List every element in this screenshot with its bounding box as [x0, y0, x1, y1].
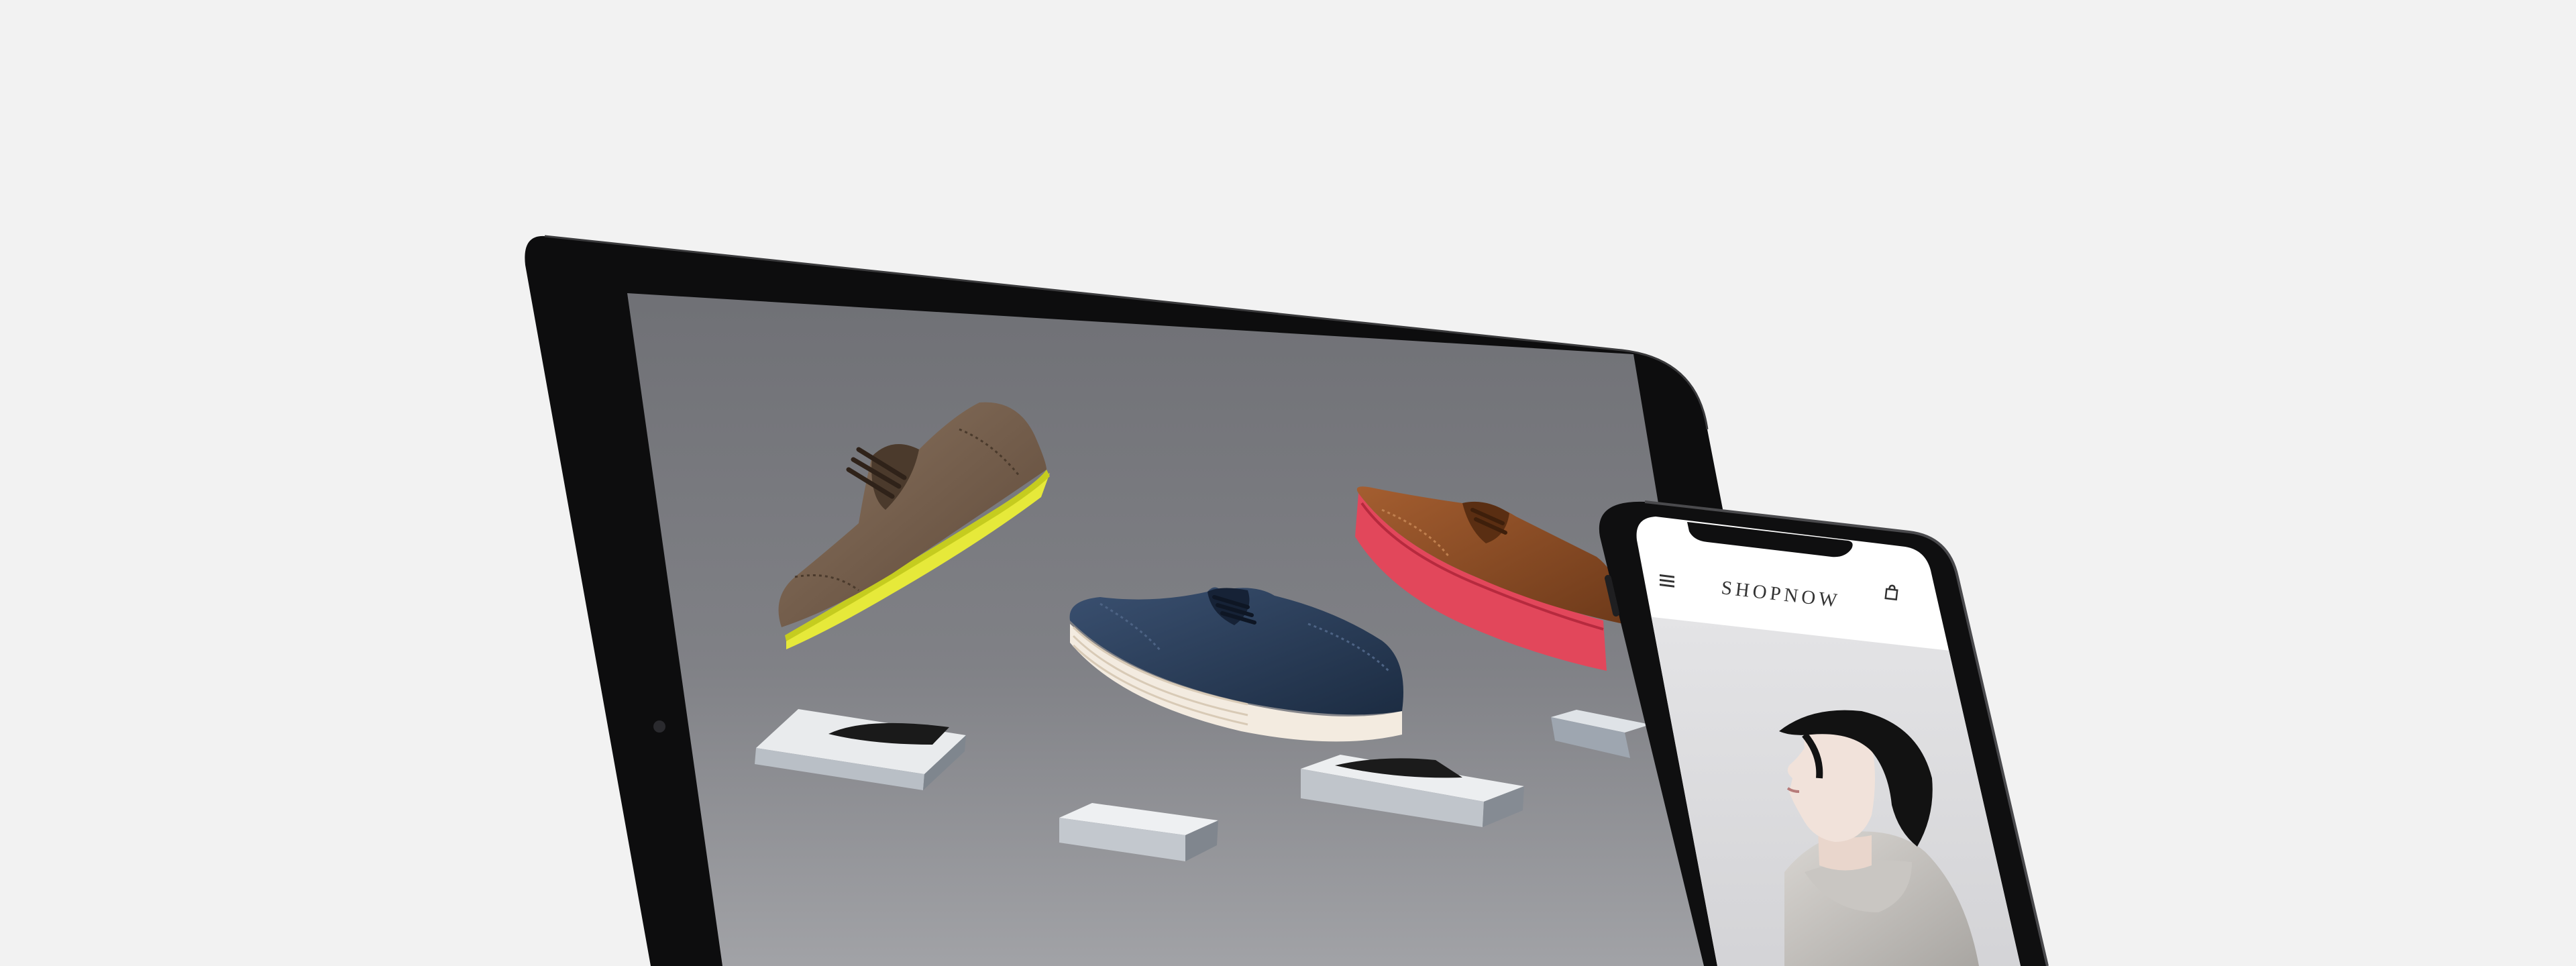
- hamburger-menu-icon[interactable]: [1660, 574, 1674, 588]
- product-mockup-scene: SHOPNOW: [0, 0, 2576, 966]
- tablet-screen: [627, 293, 1735, 966]
- tablet-camera: [653, 720, 665, 733]
- device-mockup-illustration: SHOPNOW: [525, 235, 2049, 966]
